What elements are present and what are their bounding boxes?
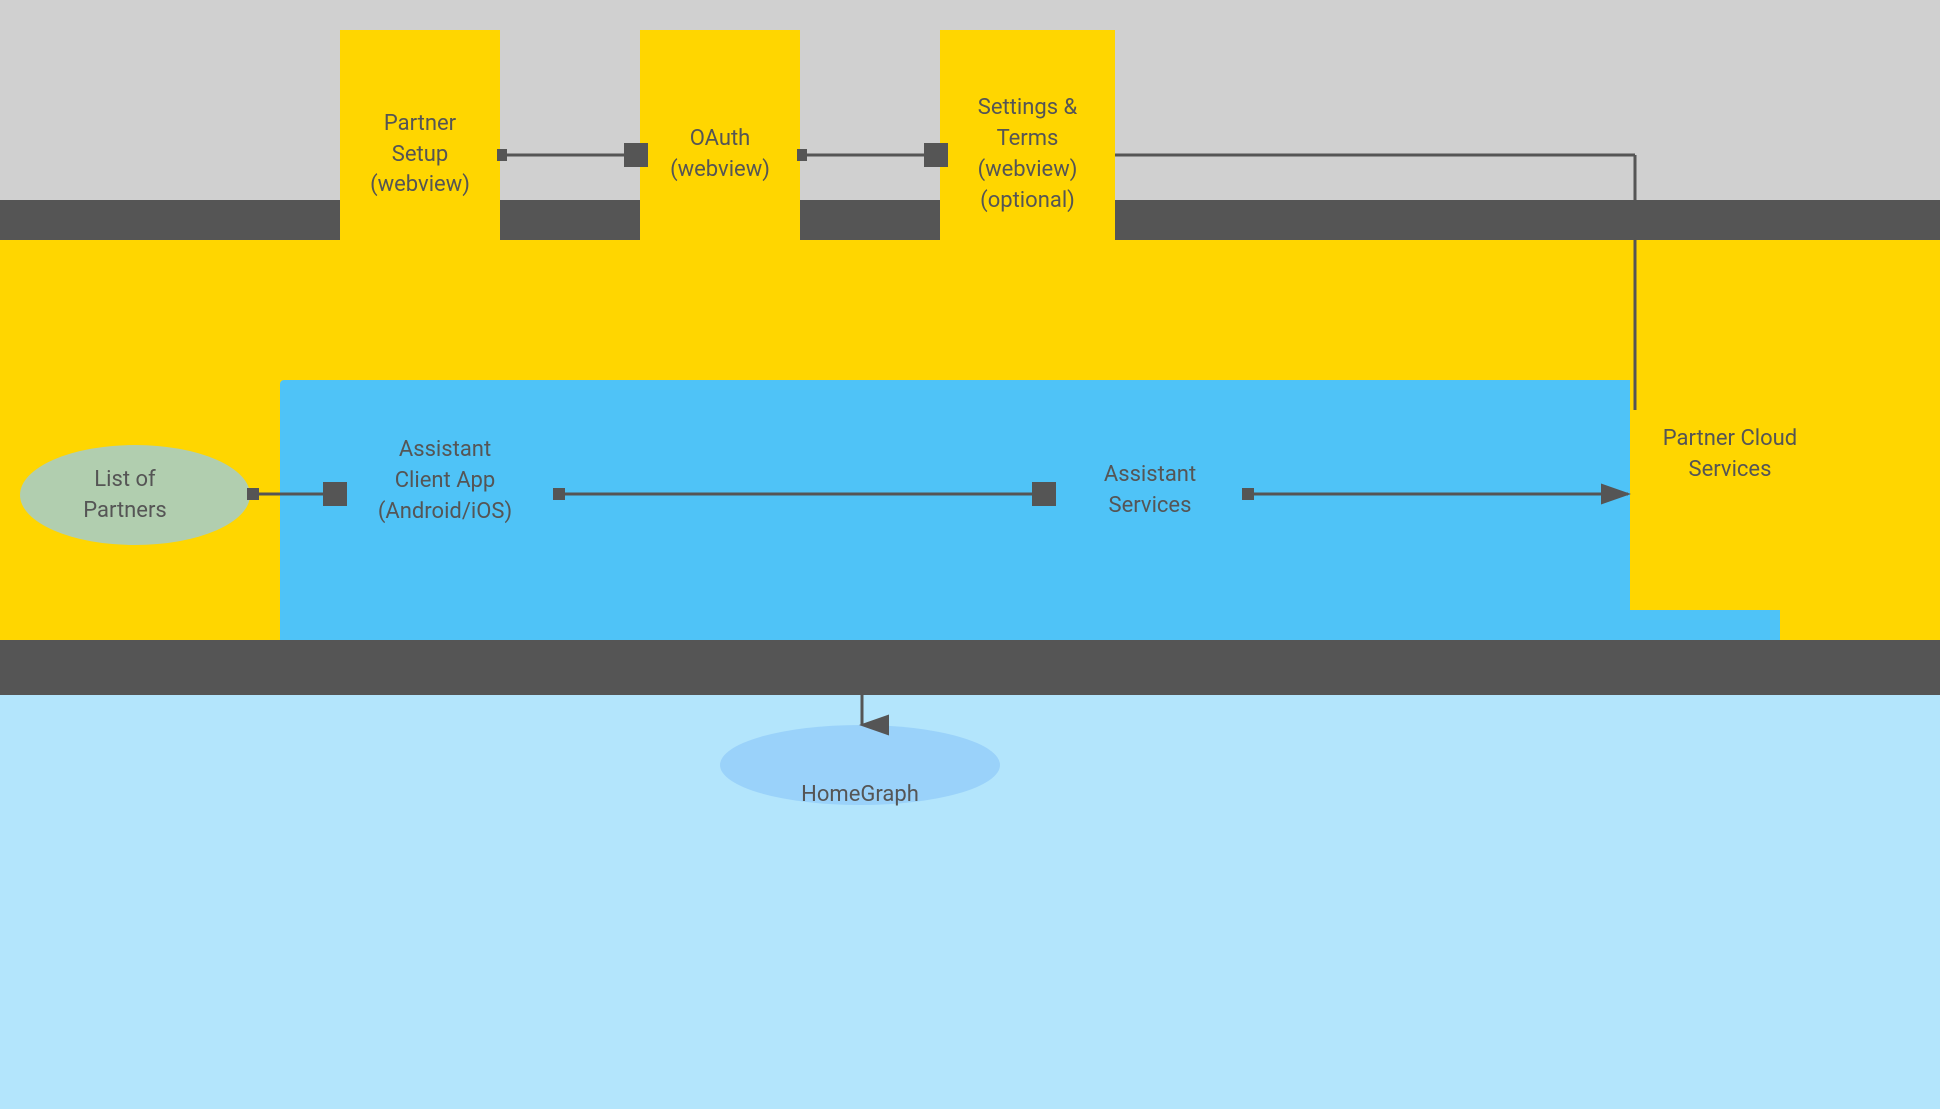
dark-bar-bottom [0, 640, 1940, 695]
oauth-label: OAuth (webview) [660, 124, 780, 186]
partner-cloud-label: Partner Cloud Services [1650, 424, 1810, 486]
list-of-partners-label: List ofPartners [55, 465, 195, 527]
assistant-services-label: AssistantServices [1050, 460, 1250, 522]
assistant-client-label: AssistantClient App(Android/iOS) [345, 435, 545, 527]
partner-cloud-box: Partner Cloud Services [1630, 300, 1830, 610]
settings-label: Settings & Terms (webview) (optional) [960, 93, 1095, 216]
homegraph-label: HomeGraph [760, 780, 960, 811]
partner-setup-box: Partner Setup (webview) [340, 30, 500, 280]
partner-setup-label: Partner Setup (webview) [360, 109, 480, 201]
oauth-box: OAuth (webview) [640, 30, 800, 280]
settings-box: Settings & Terms (webview) (optional) [940, 30, 1115, 280]
